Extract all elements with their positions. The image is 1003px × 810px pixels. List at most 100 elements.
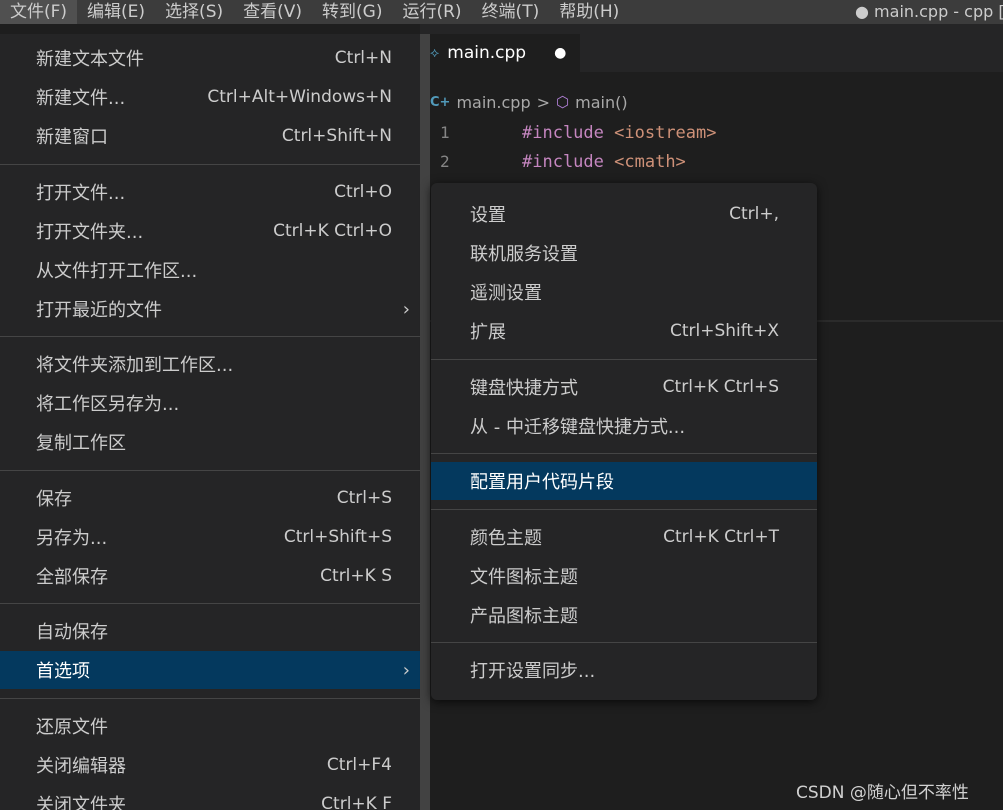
window-title: ● main.cpp - cpp [S — [855, 2, 1003, 21]
submenu-item-settings-sync[interactable]: 打开设置同步... — [431, 651, 817, 689]
menu-item-save-all[interactable]: 全部保存 Ctrl+K S — [0, 557, 420, 595]
submenu-item-extensions[interactable]: 扩展 Ctrl+Shift+X — [431, 312, 817, 350]
submenu-item-migrate-keybindings[interactable]: 从 - 中迁移键盘快捷方式... — [431, 407, 817, 445]
menu-item-new-text-file[interactable]: 新建文本文件 Ctrl+N — [0, 39, 420, 77]
menu-item-label: 从文件打开工作区... — [36, 261, 198, 282]
menu-item-shortcut: Ctrl+Alt+Windows+N — [207, 87, 392, 107]
menu-item-label: 新建文本文件 — [36, 49, 144, 70]
menu-item-save[interactable]: 保存 Ctrl+S — [0, 479, 420, 517]
line-number: 2 — [440, 152, 450, 171]
tab-main-cpp[interactable]: ⟡ main.cpp ● — [420, 34, 580, 72]
unsaved-dot-icon[interactable]: ● — [554, 45, 566, 61]
menu-item-label: 另存为... — [36, 528, 108, 549]
submenu-item-configure-user-snippets[interactable]: 配置用户代码片段 — [431, 462, 817, 500]
menu-item-label: 打开设置同步... — [470, 661, 596, 682]
menu-item-duplicate-workspace[interactable]: 复制工作区 — [0, 423, 420, 461]
menu-item-revert-file[interactable]: 还原文件 — [0, 707, 420, 745]
menu-separator — [0, 698, 420, 699]
menu-selection[interactable]: 选择(S) — [155, 0, 233, 24]
menu-item-label: 自动保存 — [36, 622, 108, 643]
menu-terminal[interactable]: 终端(T) — [472, 0, 550, 24]
menu-item-shortcut: Ctrl+S — [336, 488, 392, 508]
menubar: 文件(F) 编辑(E) 选择(S) 查看(V) 转到(G) 运行(R) 终端(T… — [0, 0, 1003, 24]
menu-item-preferences[interactable]: 首选项 › — [0, 651, 420, 689]
menu-help[interactable]: 帮助(H) — [549, 0, 629, 24]
menu-item-label: 联机服务设置 — [470, 244, 578, 265]
menu-item-shortcut: Ctrl+K S — [320, 566, 392, 586]
line-number: 1 — [440, 123, 450, 142]
menu-item-close-folder[interactable]: 关闭文件夹 Ctrl+K F — [0, 785, 420, 810]
menu-item-label: 复制工作区 — [36, 433, 126, 454]
preferences-submenu: 设置 Ctrl+, 联机服务设置 遥测设置 扩展 Ctrl+Shift+X 键盘… — [431, 183, 817, 700]
method-cube-icon: ⬡ — [556, 93, 570, 111]
code-keyword: #include — [522, 152, 604, 172]
menu-item-label: 颜色主题 — [470, 528, 542, 549]
menu-item-shortcut: Ctrl+F4 — [326, 755, 392, 775]
menu-item-label: 打开文件夹... — [36, 222, 144, 243]
menu-item-label: 遥测设置 — [470, 283, 542, 304]
cpp-file-icon: ⟡ — [430, 45, 440, 61]
menu-file[interactable]: 文件(F) — [0, 0, 78, 24]
menu-item-label: 保存 — [36, 489, 72, 510]
cpp-file-icon: C+ — [430, 94, 451, 110]
menu-item-save-as[interactable]: 另存为... Ctrl+Shift+S — [0, 518, 420, 556]
menu-item-label: 新建文件... — [36, 88, 126, 109]
menu-item-open-recent[interactable]: 打开最近的文件 › — [0, 290, 420, 328]
menu-separator — [0, 603, 420, 604]
breadcrumb-symbol[interactable]: main() — [575, 93, 627, 112]
menu-edit[interactable]: 编辑(E) — [77, 0, 155, 24]
submenu-item-color-theme[interactable]: 颜色主题 Ctrl+K Ctrl+T — [431, 518, 817, 556]
menu-item-label: 新建窗口 — [36, 127, 108, 148]
submenu-item-file-icon-theme[interactable]: 文件图标主题 — [431, 557, 817, 595]
menu-item-shortcut: Ctrl+, — [729, 204, 779, 224]
menu-item-label: 从 - 中迁移键盘快捷方式... — [470, 417, 686, 438]
menu-item-open-folder[interactable]: 打开文件夹... Ctrl+K Ctrl+O — [0, 212, 420, 250]
menu-item-shortcut: Ctrl+K Ctrl+O — [273, 221, 392, 241]
breadcrumb: C+ main.cpp > ⬡ main() — [430, 90, 628, 114]
menu-item-label: 键盘快捷方式 — [470, 378, 578, 399]
menu-item-shortcut: Ctrl+Shift+N — [281, 126, 392, 146]
menu-item-open-workspace[interactable]: 从文件打开工作区... — [0, 251, 420, 289]
breadcrumb-file[interactable]: main.cpp — [456, 93, 530, 112]
submenu-item-product-icon-theme[interactable]: 产品图标主题 — [431, 596, 817, 634]
menu-item-shortcut: Ctrl+K Ctrl+T — [663, 527, 779, 547]
menu-item-add-folder-to-workspace[interactable]: 将文件夹添加到工作区... — [0, 345, 420, 383]
menu-item-label: 文件图标主题 — [470, 567, 578, 588]
submenu-item-telemetry-settings[interactable]: 遥测设置 — [431, 273, 817, 311]
menu-item-shortcut: Ctrl+K F — [321, 794, 392, 810]
menu-item-open-file[interactable]: 打开文件... Ctrl+O — [0, 173, 420, 211]
menu-item-label: 产品图标主题 — [470, 606, 578, 627]
menu-item-label: 首选项 — [36, 661, 90, 682]
breadcrumb-separator: > — [536, 92, 551, 112]
menu-item-label: 关闭编辑器 — [36, 756, 126, 777]
tab-label: main.cpp — [447, 43, 527, 63]
submenu-item-keyboard-shortcuts[interactable]: 键盘快捷方式 Ctrl+K Ctrl+S — [431, 368, 817, 406]
menu-item-new-file[interactable]: 新建文件... Ctrl+Alt+Windows+N — [0, 78, 420, 116]
menu-item-label: 打开最近的文件 — [36, 300, 162, 321]
menu-separator — [431, 359, 817, 360]
file-menu: 新建文本文件 Ctrl+N 新建文件... Ctrl+Alt+Windows+N… — [0, 34, 420, 810]
menu-item-label: 打开文件... — [36, 183, 126, 204]
menu-view[interactable]: 查看(V) — [233, 0, 312, 24]
menu-item-shortcut: Ctrl+N — [334, 48, 392, 68]
tab-bar: ⟡ main.cpp ● — [420, 24, 1003, 72]
menu-item-label: 还原文件 — [36, 717, 108, 738]
menu-item-label: 将文件夹添加到工作区... — [36, 355, 234, 376]
code-line[interactable]: 1 #include <iostream> — [440, 119, 717, 147]
menu-separator — [431, 453, 817, 454]
menu-item-label: 将工作区另存为... — [36, 394, 180, 415]
menu-item-shortcut: Ctrl+Shift+X — [669, 321, 779, 341]
menu-run[interactable]: 运行(R) — [392, 0, 471, 24]
code-line[interactable]: 2 #include <cmath> — [440, 148, 686, 176]
menu-item-save-workspace-as[interactable]: 将工作区另存为... — [0, 384, 420, 422]
menu-separator — [0, 470, 420, 471]
menu-item-new-window[interactable]: 新建窗口 Ctrl+Shift+N — [0, 117, 420, 155]
code-keyword: #include — [522, 123, 604, 143]
menu-scrollbar[interactable] — [420, 34, 430, 810]
menu-go[interactable]: 转到(G) — [312, 0, 392, 24]
menu-item-close-editor[interactable]: 关闭编辑器 Ctrl+F4 — [0, 746, 420, 784]
submenu-item-online-services-settings[interactable]: 联机服务设置 — [431, 234, 817, 272]
submenu-item-settings[interactable]: 设置 Ctrl+, — [431, 195, 817, 233]
menu-item-auto-save[interactable]: 自动保存 — [0, 612, 420, 650]
code-include-target: <cmath> — [614, 152, 686, 172]
